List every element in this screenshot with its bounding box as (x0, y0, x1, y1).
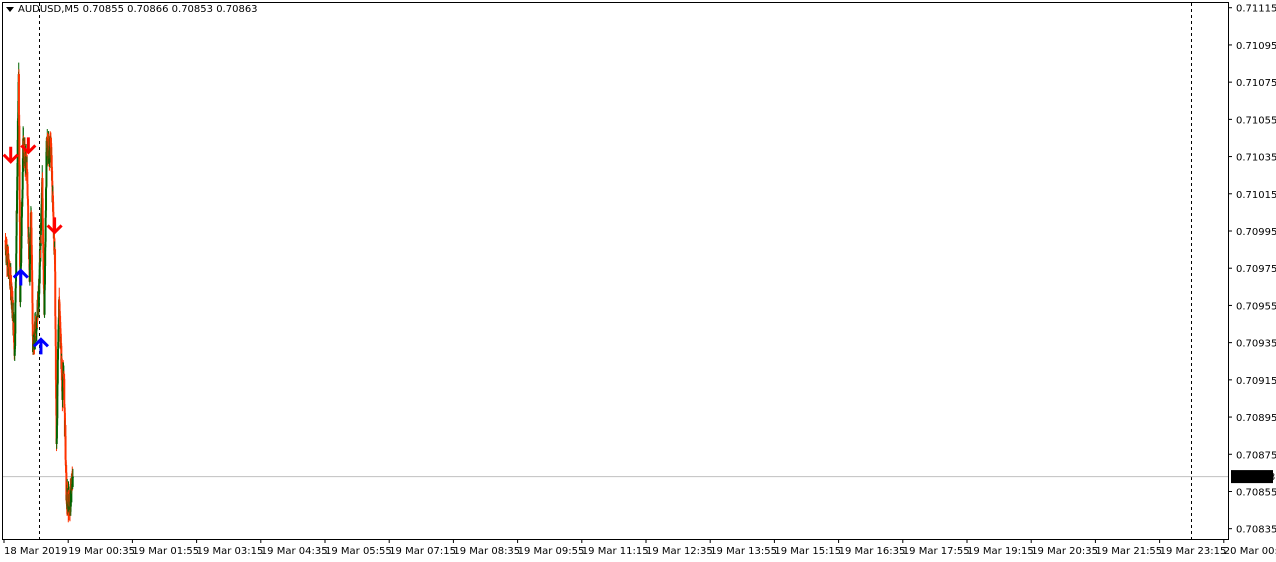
time-tick-label: 20 Mar 00:35 (1224, 546, 1276, 557)
price-tick-label: 0.71015 (1236, 190, 1276, 201)
time-tick-label: 19 Mar 11:15 (582, 546, 649, 557)
price-axis[interactable]: 0.71115 0.71095 0.71075 0.71055 0.71035 0.710… (1228, 4, 1276, 536)
bear-candle (54, 316, 57, 330)
price-tick-label: 0.70915 (1236, 376, 1276, 387)
price-tick-label: 0.70975 (1236, 264, 1276, 275)
bear-candle (41, 198, 44, 219)
time-tick-label: 19 Mar 19:15 (967, 546, 1034, 557)
plot-frame (2, 2, 1229, 540)
bear-candle (18, 125, 21, 165)
current-price-label: 0.70863 (1231, 470, 1275, 484)
price-tick-label: 0.70835 (1236, 525, 1276, 536)
bear-candle (54, 346, 57, 380)
price-tick-label: 0.70895 (1236, 413, 1276, 424)
symbol-dropdown-icon[interactable] (6, 7, 14, 12)
time-tick-label: 19 Mar 17:55 (903, 546, 970, 557)
time-tick-label: 19 Mar 15:15 (774, 546, 841, 557)
price-tick-label: 0.70955 (1236, 301, 1276, 312)
price-tick-label: 0.71075 (1236, 78, 1276, 89)
price-tick-label: 0.70935 (1236, 339, 1276, 350)
bull-candle (14, 302, 17, 334)
price-tick-label: 0.71055 (1236, 115, 1276, 126)
time-axis[interactable]: 18 Mar 2019 19 Mar 00:3519 Mar 01:5519 Ma… (3, 539, 1276, 557)
bull-candle (20, 248, 23, 263)
time-tick-label: 19 Mar 03:15 (197, 546, 264, 557)
time-tick-label: 19 Mar 21:55 (1095, 546, 1162, 557)
price-tick-label: 0.70995 (1236, 227, 1276, 238)
time-tick-label: 19 Mar 09:55 (518, 546, 585, 557)
time-tick-label: 19 Mar 07:15 (389, 546, 456, 557)
time-tick-label: 19 Mar 04:35 (261, 546, 328, 557)
current-price-label-text: 0.70863 (1234, 472, 1275, 483)
symbol-header: AUDUSD,M5 0.70855 0.70866 0.70853 0.7086… (18, 4, 258, 15)
chart-canvas[interactable]: 0.71115 0.71095 0.71075 0.71055 0.71035 0.710… (0, 0, 1276, 562)
time-tick-label: 18 Mar 2019 (4, 546, 67, 557)
time-tick-label: 19 Mar 16:35 (839, 546, 906, 557)
bull-candle (43, 290, 46, 315)
bear-candle (63, 378, 66, 409)
bear-candle (42, 229, 45, 245)
price-tick-label: 0.71035 (1236, 153, 1276, 164)
bear-candle (54, 271, 57, 317)
bear-candle (42, 244, 45, 254)
time-tick-label: 19 Mar 05:55 (325, 546, 392, 557)
time-tick-label: 19 Mar 23:15 (1160, 546, 1227, 557)
price-tick-label: 0.70875 (1236, 450, 1276, 461)
symbol-timeframe: AUDUSD,M5 (18, 4, 80, 15)
time-tick-label: 19 Mar 12:35 (646, 546, 713, 557)
time-tick-label: 19 Mar 08:35 (453, 546, 520, 557)
bear-candle (50, 155, 53, 167)
price-tick-label: 0.71095 (1236, 41, 1276, 52)
time-tick-label: 19 Mar 13:55 (710, 546, 777, 557)
bear-candle (18, 199, 21, 223)
ohlc-values: 0.70855 0.70866 0.70853 0.70863 (82, 4, 258, 15)
price-tick-label: 0.70855 (1236, 487, 1276, 498)
time-tick-label: 19 Mar 00:35 (68, 546, 135, 557)
bull-candle (44, 210, 47, 218)
time-tick-label: 19 Mar 01:55 (132, 546, 199, 557)
bear-candle (65, 465, 68, 473)
time-tick-label: 19 Mar 20:35 (1031, 546, 1098, 557)
price-tick-label: 0.71115 (1236, 4, 1276, 15)
bull-candle (71, 476, 74, 478)
bull-candle (28, 263, 31, 282)
